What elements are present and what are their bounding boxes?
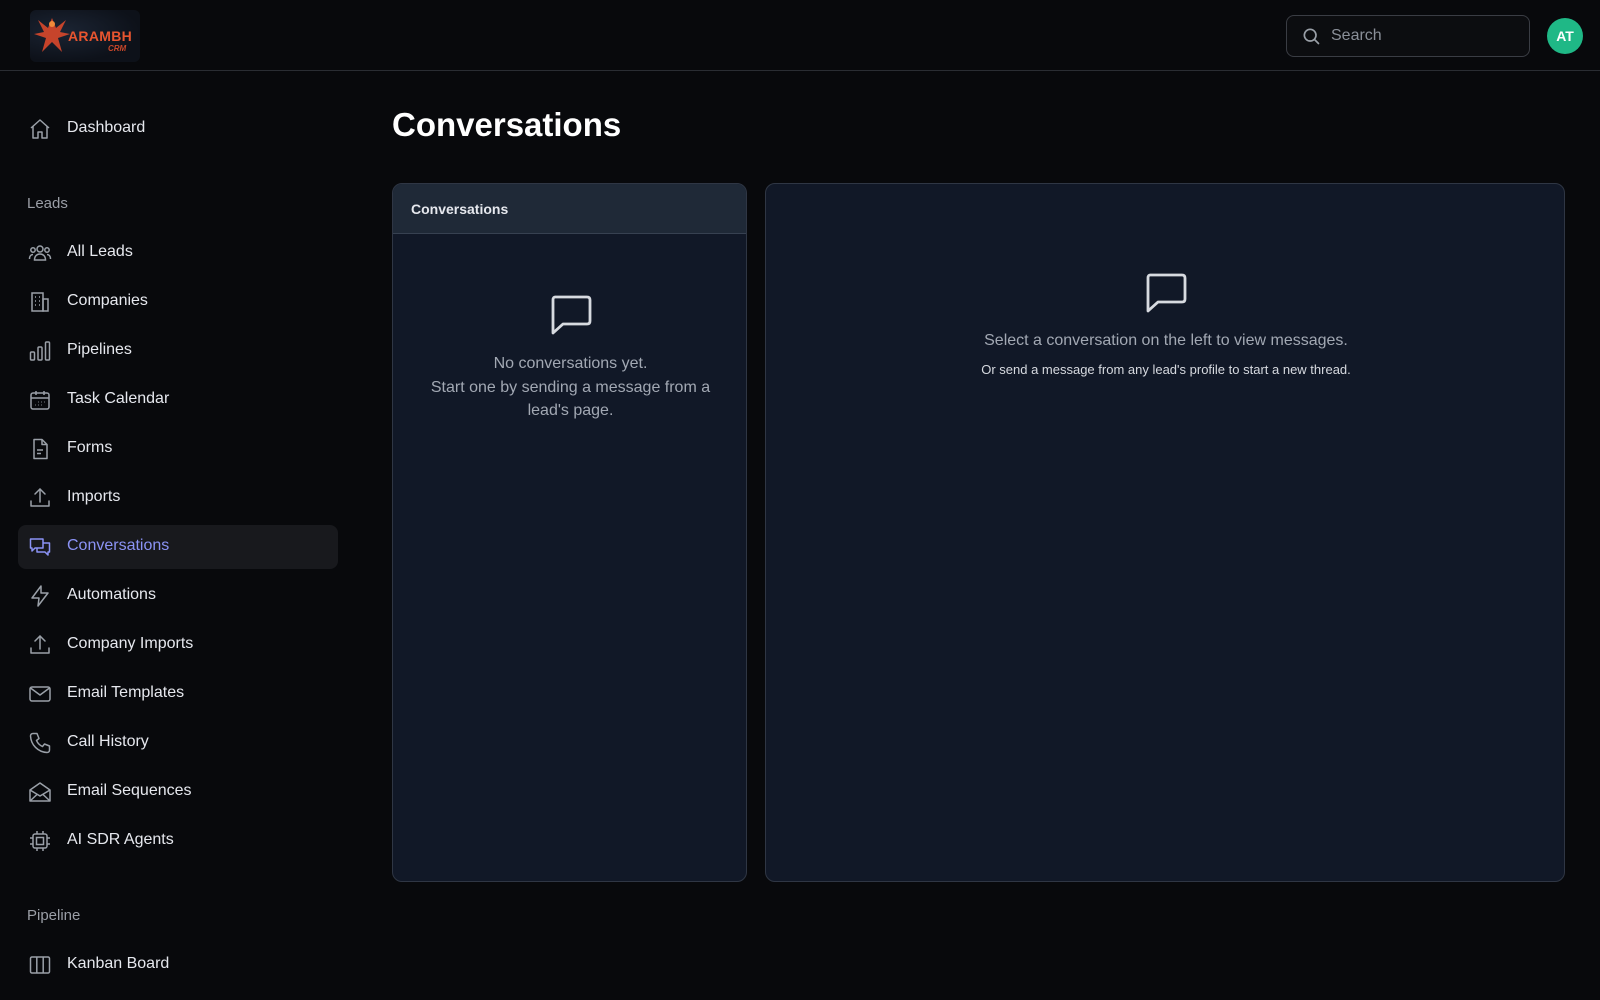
upload-icon (30, 635, 50, 654)
users-icon (28, 245, 52, 261)
app-logo[interactable]: ARAMBH CRM (30, 10, 140, 62)
upload-icon (30, 488, 50, 507)
sidebar-item-forms[interactable]: Forms (18, 427, 338, 471)
start-thread-hint: Or send a message from any lead's profil… (981, 362, 1351, 377)
file-icon (33, 438, 48, 460)
sidebar-item-label: Forms (67, 439, 113, 456)
empty-line-1: No conversations yet. (493, 355, 648, 372)
select-conversation-message: Select a conversation on the left to vie… (984, 332, 1348, 349)
building-icon (31, 292, 49, 312)
page-title: Conversations (392, 106, 622, 143)
sidebar-item-label: Task Calendar (67, 390, 170, 407)
sidebar: Dashboard Leads All Leads Companies Pipe… (0, 71, 360, 1000)
sidebar-item-label: AI SDR Agents (67, 831, 174, 848)
sidebar-item-ai-sdr-agents[interactable]: AI SDR Agents (18, 819, 338, 863)
sidebar-item-company-imports[interactable]: Company Imports (18, 623, 338, 667)
sidebar-item-call-history[interactable]: Call History (18, 721, 338, 765)
empty-line-2: Start one by sending a message from a le… (430, 378, 711, 420)
sidebar-item-label: Company Imports (67, 635, 194, 652)
sidebar-item-label: Automations (67, 586, 156, 603)
search-input[interactable] (1331, 16, 1521, 56)
section-label-pipeline: Pipeline (27, 907, 81, 924)
message-bubble-icon (1146, 273, 1187, 313)
bar-chart-icon (29, 341, 51, 361)
bolt-icon (31, 585, 49, 607)
sidebar-item-task-calendar[interactable]: Task Calendar (18, 378, 338, 422)
sidebar-item-label: Email Templates (67, 684, 185, 701)
sidebar-item-email-sequences[interactable]: Email Sequences (18, 770, 338, 814)
sidebar-item-label: Dashboard (67, 119, 146, 136)
sidebar-item-label: Call History (67, 733, 149, 750)
top-bar: ARAMBH CRM AT (0, 0, 1600, 71)
mail-open-icon (29, 782, 51, 802)
sidebar-item-label: Conversations (67, 537, 170, 554)
kanban-icon (29, 956, 51, 974)
conversation-detail-panel: Select a conversation on the left to vie… (765, 183, 1565, 882)
search-icon (1303, 28, 1320, 45)
sidebar-item-imports[interactable]: Imports (18, 476, 338, 520)
chat-icon (29, 538, 51, 556)
sidebar-item-automations[interactable]: Automations (18, 574, 338, 618)
home-icon (30, 119, 50, 139)
message-bubble-icon (551, 295, 591, 335)
logo-subtext: CRM (108, 44, 127, 53)
phone-icon (29, 732, 51, 754)
sidebar-item-conversations[interactable]: Conversations (18, 525, 338, 569)
sidebar-item-dashboard[interactable]: Dashboard (18, 107, 338, 151)
user-avatar[interactable]: AT (1547, 18, 1583, 54)
sidebar-item-kanban-board[interactable]: Kanban Board (18, 943, 338, 987)
conversation-list-panel: Conversations No conversations yet. Star… (392, 183, 747, 882)
logo-text: ARAMBH (68, 28, 133, 44)
sidebar-item-label: Imports (67, 488, 121, 505)
sidebar-item-label: Kanban Board (67, 955, 170, 972)
sidebar-item-pipelines[interactable]: Pipelines (18, 329, 338, 373)
sidebar-item-label: All Leads (67, 243, 133, 260)
sidebar-item-companies[interactable]: Companies (18, 280, 338, 324)
conversation-list-header: Conversations (393, 184, 746, 234)
conversation-detail-empty-state: Select a conversation on the left to vie… (766, 268, 1564, 377)
section-label-leads: Leads (27, 195, 68, 212)
sidebar-item-label: Companies (67, 292, 148, 309)
conversation-list-empty-state: No conversations yet. Start one by sendi… (393, 290, 746, 423)
calendar-icon (30, 391, 50, 410)
search-box[interactable] (1286, 15, 1530, 57)
chip-icon (30, 831, 50, 851)
mail-icon (29, 686, 51, 702)
sidebar-item-label: Pipelines (67, 341, 132, 358)
phoenix-logo-icon (34, 18, 70, 52)
sidebar-item-all-leads[interactable]: All Leads (18, 231, 338, 275)
sidebar-item-label: Email Sequences (67, 782, 192, 799)
sidebar-item-email-templates[interactable]: Email Templates (18, 672, 338, 716)
